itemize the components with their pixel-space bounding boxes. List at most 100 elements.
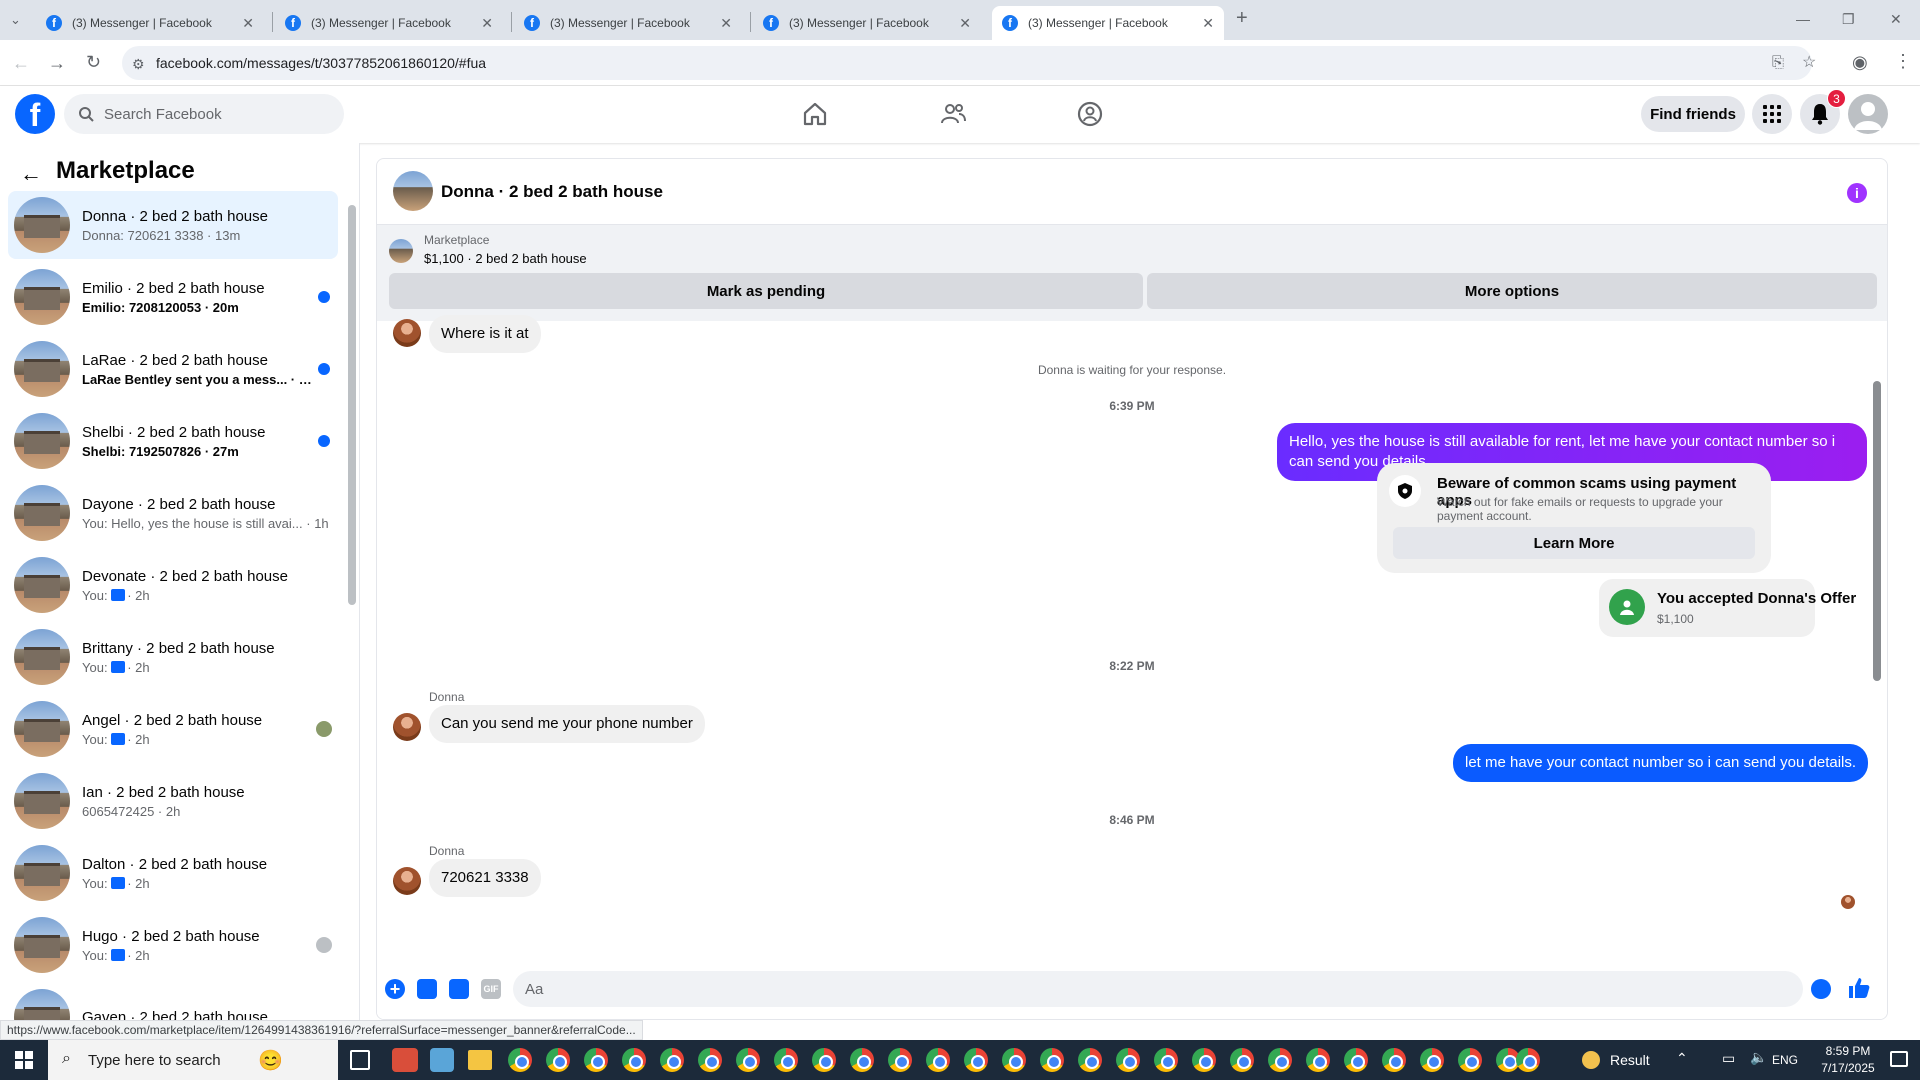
notification-center-icon[interactable]: [1890, 1051, 1908, 1067]
reload-icon[interactable]: ↻: [86, 53, 101, 71]
chrome-icon[interactable]: [546, 1048, 570, 1072]
address-bar[interactable]: ⚙ facebook.com/messages/t/30377852061860…: [122, 46, 1816, 80]
back-icon[interactable]: ←: [12, 54, 30, 72]
chrome-icon[interactable]: [736, 1048, 760, 1072]
chrome-icon[interactable]: [508, 1048, 532, 1072]
browser-tab[interactable]: f (3) Messenger | Facebook ✕: [753, 6, 981, 40]
volume-icon[interactable]: 🔈: [1750, 1049, 1767, 1066]
chrome-icon[interactable]: [1516, 1048, 1540, 1072]
chrome-icon[interactable]: [1154, 1048, 1178, 1072]
new-tab-icon[interactable]: +: [1236, 8, 1248, 28]
find-friends-button[interactable]: Find friends: [1641, 96, 1745, 132]
chrome-icon[interactable]: [1192, 1048, 1216, 1072]
conversation-item[interactable]: Ian · 2 bed 2 bath house 6065472425 · 2h: [8, 767, 338, 835]
taskbar-app-icon[interactable]: [392, 1048, 418, 1072]
chrome-icon[interactable]: [584, 1048, 608, 1072]
chrome-icon[interactable]: [622, 1048, 646, 1072]
close-window-icon[interactable]: ✕: [1890, 10, 1902, 28]
message-input[interactable]: Aa: [513, 971, 1803, 1007]
chat-title[interactable]: Donna · 2 bed 2 bath house: [441, 182, 663, 202]
groups-icon[interactable]: [1076, 100, 1104, 128]
chrome-icon[interactable]: [1382, 1048, 1406, 1072]
chrome-icon[interactable]: [660, 1048, 684, 1072]
bookmark-star-icon[interactable]: ☆: [1802, 54, 1816, 72]
conversation-item[interactable]: Hugo · 2 bed 2 bath house You: · 2h: [8, 911, 338, 979]
chrome-icon[interactable]: [1040, 1048, 1064, 1072]
chrome-icon[interactable]: [698, 1048, 722, 1072]
chrome-icon[interactable]: [1458, 1048, 1482, 1072]
restore-window-icon[interactable]: ❐: [1842, 10, 1855, 28]
mark-as-pending-button[interactable]: Mark as pending: [389, 273, 1143, 309]
conversation-item[interactable]: Gaven · 2 bed 2 bath house: [8, 983, 338, 1020]
tab-search-icon[interactable]: ⌄: [10, 11, 21, 29]
close-tab-icon[interactable]: ✕: [1202, 15, 1214, 32]
browser-tab[interactable]: f (3) Messenger | Facebook ✕: [36, 6, 264, 40]
close-tab-icon[interactable]: ✕: [242, 15, 254, 32]
chrome-icon[interactable]: [1116, 1048, 1140, 1072]
clock-time[interactable]: 8:59 PM: [1812, 1044, 1884, 1058]
windows-search-box[interactable]: ⌕ Type here to search 😊: [48, 1040, 338, 1080]
attach-photo-icon[interactable]: [417, 979, 437, 999]
conversation-item[interactable]: Dayone · 2 bed 2 bath house You: Hello, y…: [8, 479, 338, 547]
conversation-item[interactable]: Donna · 2 bed 2 bath house Donna: 720621 …: [8, 191, 338, 259]
chrome-icon[interactable]: [1344, 1048, 1368, 1072]
conversation-item[interactable]: Devonate · 2 bed 2 bath house You: · 2h: [8, 551, 338, 619]
chat-avatar[interactable]: [393, 171, 433, 211]
facebook-search-input[interactable]: Search Facebook: [64, 94, 344, 134]
account-avatar[interactable]: [1848, 94, 1888, 134]
forward-icon[interactable]: →: [48, 54, 66, 72]
gif-icon[interactable]: GIF: [481, 979, 501, 999]
more-options-button[interactable]: More options: [1147, 273, 1877, 309]
back-arrow-icon[interactable]: ←: [20, 161, 42, 187]
site-info-icon[interactable]: ⚙: [132, 55, 145, 73]
conversation-item[interactable]: Brittany · 2 bed 2 bath house You: · 2h: [8, 623, 338, 691]
chrome-icon[interactable]: [926, 1048, 950, 1072]
chrome-icon[interactable]: [1306, 1048, 1330, 1072]
sidebar-scrollbar[interactable]: [348, 205, 356, 605]
network-icon[interactable]: ▭: [1722, 1050, 1735, 1067]
chrome-icon[interactable]: [774, 1048, 798, 1072]
chat-scrollbar[interactable]: [1873, 381, 1881, 681]
chrome-icon[interactable]: [850, 1048, 874, 1072]
install-app-icon[interactable]: ⎘: [1772, 54, 1784, 72]
chrome-icon[interactable]: [1002, 1048, 1026, 1072]
conversation-item[interactable]: Angel · 2 bed 2 bath house You: · 2h: [8, 695, 338, 763]
thumbs-up-send-icon[interactable]: [1847, 976, 1871, 1000]
taskbar-app-icon[interactable]: [430, 1048, 454, 1072]
menu-grid-button[interactable]: [1752, 94, 1792, 134]
emoji-icon[interactable]: [1811, 979, 1831, 999]
close-tab-icon[interactable]: ✕: [720, 15, 732, 32]
listing-thumbnail[interactable]: [389, 239, 413, 263]
browser-tab-active[interactable]: f (3) Messenger | Facebook ✕: [992, 6, 1224, 40]
close-tab-icon[interactable]: ✕: [481, 15, 493, 32]
learn-more-button[interactable]: Learn More: [1393, 527, 1755, 559]
listing-price[interactable]: $1,100 · 2 bed 2 bath house: [424, 251, 587, 266]
friends-icon[interactable]: [939, 100, 967, 128]
info-icon[interactable]: i: [1847, 183, 1867, 203]
language-indicator[interactable]: ENG: [1772, 1053, 1798, 1067]
home-icon[interactable]: [801, 100, 829, 128]
chrome-menu-icon[interactable]: ⋮: [1894, 52, 1912, 70]
sticker-icon[interactable]: [449, 979, 469, 999]
close-tab-icon[interactable]: ✕: [959, 15, 971, 32]
browser-tab[interactable]: f (3) Messenger | Facebook ✕: [275, 6, 503, 40]
chrome-icon[interactable]: [812, 1048, 836, 1072]
profile-icon[interactable]: ◉: [1852, 53, 1868, 71]
task-view-icon[interactable]: [350, 1050, 370, 1070]
facebook-logo-icon[interactable]: f: [15, 94, 55, 134]
browser-tab[interactable]: f (3) Messenger | Facebook ✕: [514, 6, 742, 40]
conversation-item[interactable]: Dalton · 2 bed 2 bath house You: · 2h: [8, 839, 338, 907]
chrome-icon[interactable]: [1268, 1048, 1292, 1072]
windows-start-button[interactable]: [0, 1040, 48, 1080]
chrome-icon[interactable]: [1078, 1048, 1102, 1072]
add-more-icon[interactable]: +: [385, 979, 405, 999]
clock-date[interactable]: 7/17/2025: [1812, 1061, 1884, 1075]
chrome-icon[interactable]: [888, 1048, 912, 1072]
tray-chevron-icon[interactable]: ⌃: [1676, 1050, 1688, 1067]
result-widget[interactable]: Result: [1582, 1040, 1650, 1080]
chrome-icon[interactable]: [1230, 1048, 1254, 1072]
minimize-window-icon[interactable]: —: [1796, 10, 1810, 28]
conversation-item[interactable]: Emilio · 2 bed 2 bath house Emilio: 72081…: [8, 263, 338, 331]
chrome-icon[interactable]: [1420, 1048, 1444, 1072]
chrome-icon[interactable]: [964, 1048, 988, 1072]
